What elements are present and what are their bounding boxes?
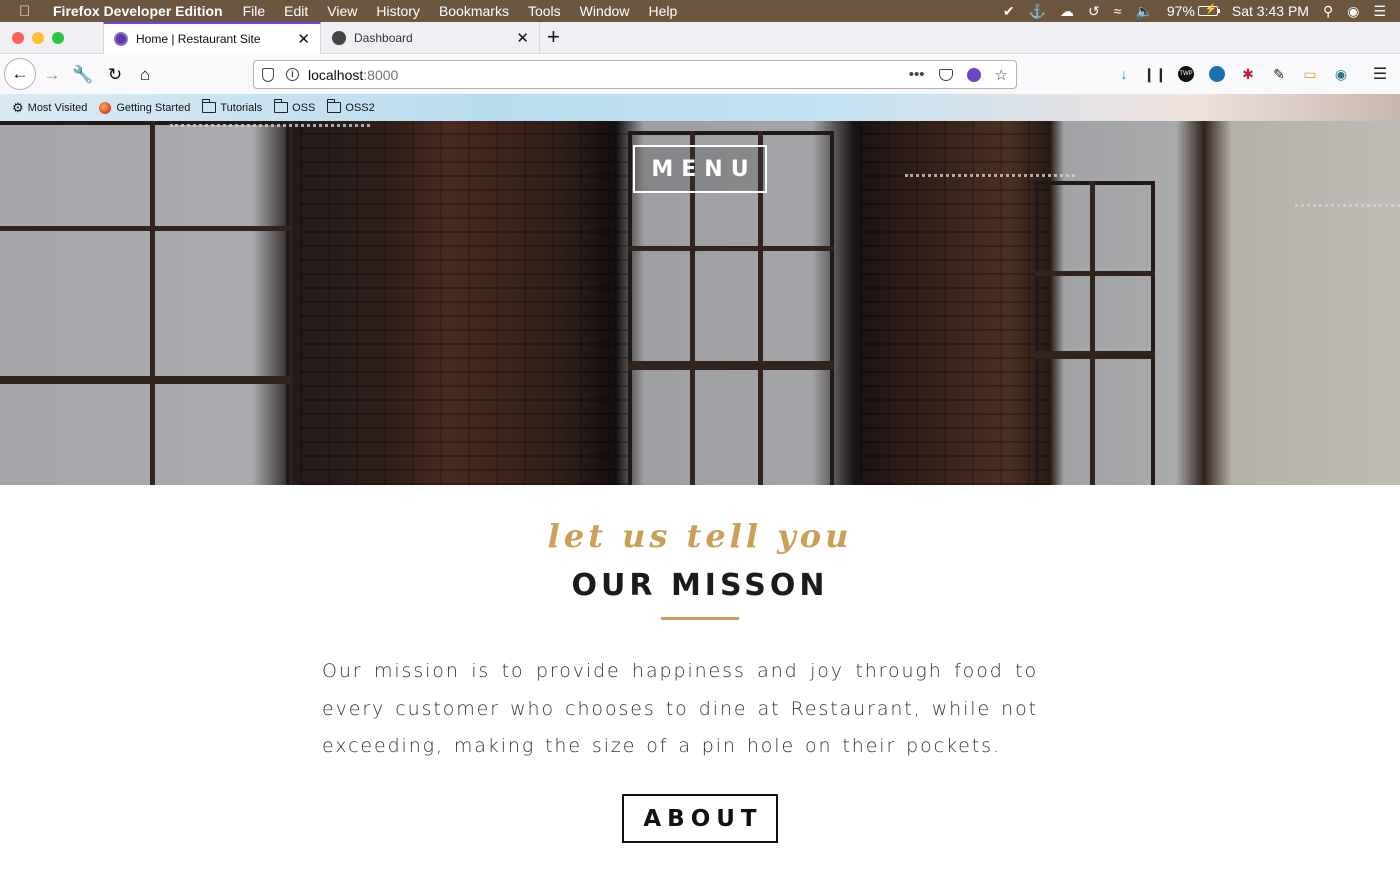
tab-strip: Home | Restaurant Site ✕ Dashboard ✕ +	[0, 22, 1400, 54]
menu-window[interactable]: Window	[580, 3, 630, 19]
url-port: :8000	[363, 66, 399, 83]
bookmark-most-visited[interactable]: ⚙ Most Visited	[12, 100, 87, 116]
tab-title: Home | Restaurant Site	[136, 32, 261, 46]
spotlight-search-icon[interactable]: ⚲	[1323, 3, 1333, 20]
os-menubar:  Firefox Developer Edition File Edit Vi…	[0, 0, 1400, 22]
close-window-button[interactable]	[12, 32, 24, 44]
menu-view[interactable]: View	[327, 3, 357, 19]
zoom-window-button[interactable]	[52, 32, 64, 44]
bookmark-label: OSS	[292, 101, 316, 114]
url-text[interactable]: localhost:8000	[308, 67, 398, 83]
time-machine-icon[interactable]: ↺	[1088, 3, 1100, 20]
gear-icon: ⚙	[12, 99, 24, 115]
bookmark-label: Tutorials	[220, 101, 263, 114]
home-icon[interactable]: ⌂	[131, 61, 159, 89]
minimize-window-button[interactable]	[32, 32, 44, 44]
bookmark-oss[interactable]: OSS	[274, 99, 316, 114]
notes-extension-icon[interactable]: ✎	[1271, 66, 1287, 82]
hero-banner-image: MENU	[0, 121, 1400, 485]
menu-edit[interactable]: Edit	[284, 3, 308, 19]
library-icon[interactable]: ❙❙	[1143, 66, 1166, 82]
asterisk-extension-icon[interactable]: ✱	[1240, 66, 1256, 82]
creative-cloud-icon[interactable]: ☁	[1060, 3, 1074, 20]
navigation-toolbar: ← → 🔧 ↻ ⌂ i localhost:8000 ••• ☆ ↓ ❙❙ TW…	[0, 55, 1400, 94]
bookmark-label: Most Visited	[27, 101, 88, 114]
firefox-icon	[99, 101, 112, 114]
app-name-menu[interactable]: Firefox Developer Edition	[53, 3, 223, 19]
screen-extension-icon[interactable]: ▭	[1302, 66, 1318, 82]
wrench-icon[interactable]: 🔧	[69, 61, 97, 89]
mission-subtitle: let us tell you	[547, 517, 853, 555]
folder-icon	[327, 99, 342, 113]
battery-icon: ⚡	[1197, 4, 1220, 16]
folder-icon	[274, 99, 289, 113]
bookmarks-toolbar: ⚙ Most Visited Getting Started Tutorials…	[0, 94, 1400, 121]
twp-extension-icon[interactable]: TWP	[1178, 66, 1194, 82]
url-host: localhost	[308, 66, 364, 83]
url-bar[interactable]: i localhost:8000 ••• ☆	[253, 60, 1017, 89]
bookmark-oss2[interactable]: OSS2	[327, 99, 375, 114]
mission-body-text: Our mission is to provide happiness and …	[322, 660, 1038, 757]
tracking-protection-shield-icon[interactable]	[262, 67, 274, 82]
notification-center-icon[interactable]: ☰	[1373, 3, 1386, 20]
close-tab-icon[interactable]: ✕	[516, 29, 529, 47]
menu-history[interactable]: History	[376, 3, 420, 19]
apple-icon[interactable]: 	[19, 3, 37, 20]
bookmark-tutorials[interactable]: Tutorials	[202, 99, 263, 114]
mission-heading: OUR MISSON	[571, 568, 829, 603]
reload-icon[interactable]: ↻	[101, 61, 129, 89]
docker-icon[interactable]: ⚓	[1029, 3, 1046, 20]
tab-title: Dashboard	[354, 31, 413, 45]
downloads-icon[interactable]: ↓	[1116, 66, 1132, 82]
hamburger-menu-icon[interactable]: ☰	[1372, 66, 1388, 83]
about-button[interactable]: ABOUT	[622, 794, 778, 843]
dashboard-favicon-icon	[332, 31, 346, 45]
extension-icon[interactable]	[966, 67, 981, 82]
close-tab-icon[interactable]: ✕	[297, 30, 310, 48]
bookmark-getting-started[interactable]: Getting Started	[99, 101, 191, 114]
color-picker-extension-icon[interactable]: ◉	[1333, 66, 1349, 82]
user-avatar-icon[interactable]: ◉	[1347, 3, 1359, 20]
pocket-icon[interactable]	[938, 68, 953, 81]
globe-extension-icon[interactable]	[1209, 66, 1225, 82]
bookmark-label: Getting Started	[116, 101, 191, 114]
clock[interactable]: Sat 3:43 PM	[1232, 3, 1309, 19]
site-info-icon[interactable]: i	[286, 68, 299, 81]
wifi-icon[interactable]: ≈	[1114, 3, 1122, 19]
bookmark-label: OSS2	[345, 101, 375, 114]
forward-arrow-icon[interactable]: →	[38, 61, 66, 89]
folder-icon	[202, 99, 217, 113]
bookmark-star-icon[interactable]: ☆	[995, 66, 1008, 84]
site-favicon-icon	[114, 32, 128, 46]
menu-file[interactable]: File	[243, 3, 266, 19]
menu-help[interactable]: Help	[648, 3, 677, 19]
new-tab-plus-icon[interactable]: +	[547, 24, 560, 50]
menu-bookmarks[interactable]: Bookmarks	[439, 3, 509, 19]
tab-dashboard[interactable]: Dashboard ✕	[322, 22, 540, 54]
status-check-icon[interactable]: ✔	[1003, 3, 1015, 20]
battery-status[interactable]: 97% ⚡	[1166, 3, 1220, 19]
heading-underline-divider	[661, 617, 739, 620]
page-actions-ellipsis-icon[interactable]: •••	[909, 66, 925, 83]
volume-icon[interactable]: 🔈	[1135, 3, 1152, 20]
menu-tools[interactable]: Tools	[528, 3, 561, 19]
battery-percent: 97%	[1166, 3, 1195, 19]
tab-home-restaurant-site[interactable]: Home | Restaurant Site ✕	[103, 22, 321, 54]
back-arrow-icon[interactable]: ←	[4, 58, 36, 90]
menu-button[interactable]: MENU	[633, 145, 767, 193]
